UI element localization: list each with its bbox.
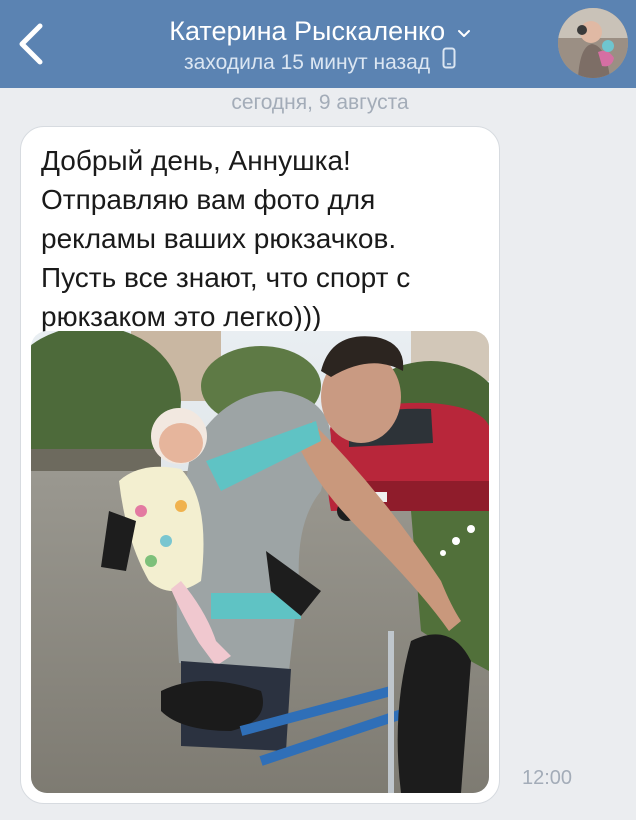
chevron-left-icon <box>19 23 43 65</box>
message-time: 12:00 <box>522 767 573 789</box>
last-seen-text: заходила 15 минут назад <box>184 51 431 74</box>
message-text: Добрый день, Аннушка! Отправляю вам фото… <box>41 145 411 332</box>
chevron-down-icon <box>457 13 471 47</box>
last-seen-status: заходила 15 минут назад <box>110 47 530 76</box>
message-photo[interactable] <box>31 331 489 793</box>
contact-info[interactable]: Катерина Рыскаленко заходила 15 минут на… <box>110 14 530 76</box>
contact-name-row[interactable]: Катерина Рыскаленко <box>110 14 530 48</box>
contact-name: Катерина Рыскаленко <box>169 16 446 46</box>
date-separator: сегодня, 9 августа <box>231 91 409 114</box>
back-button[interactable] <box>14 22 50 66</box>
message-bubble[interactable]: Добрый день, Аннушка! Отправляю вам фото… <box>20 126 500 804</box>
avatar[interactable] <box>558 8 628 78</box>
chat-header: Катерина Рыскаленко заходила 15 минут на… <box>0 0 636 88</box>
phone-icon <box>442 47 456 76</box>
